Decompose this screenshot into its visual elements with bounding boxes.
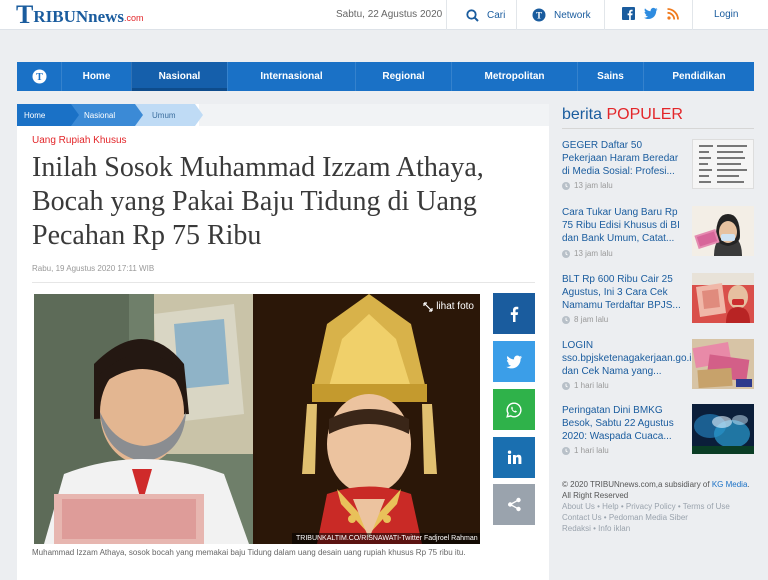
popular-item-time: 13 jam lalu [562, 249, 613, 258]
social-links [622, 7, 679, 25]
share-whatsapp-button[interactable] [493, 389, 535, 430]
site-footer: © 2020 TRIBUNnews.com,a subsidiary of KG… [562, 479, 754, 534]
search-icon [466, 8, 479, 22]
popular-item[interactable]: Peringatan Dini BMKG Besok, Sabtu 22 Agu… [562, 404, 754, 464]
logo-mark: T [16, 0, 34, 29]
popular-item-title[interactable]: GEGER Daftar 50 Pekerjaan Haram Beredar … [562, 139, 686, 178]
logo-text: RIBUNnews [33, 6, 125, 26]
share-facebook-button[interactable] [493, 293, 535, 334]
expand-icon [423, 301, 433, 312]
photo-boy-uniform [34, 294, 253, 544]
facebook-icon [510, 306, 519, 322]
clock-icon [562, 181, 570, 190]
popular-item-thumbnail[interactable] [692, 404, 754, 454]
site-logo[interactable]: T RIBUNnews .com [16, 2, 144, 28]
footer-links-row-3[interactable]: Redaksi • Info iklan [562, 523, 754, 534]
view-photo-label: lihat foto [436, 301, 474, 312]
whatsapp-icon [506, 401, 522, 418]
clock-icon [562, 381, 570, 390]
clock-icon [562, 446, 570, 455]
clock-icon [562, 315, 570, 324]
nav-item-pendidikan[interactable]: Pendidikan [643, 62, 754, 91]
share-icon [507, 497, 521, 512]
divider [32, 282, 535, 283]
popular-item[interactable]: BLT Rp 600 Ribu Cair 25 Agustus, Ini 3 C… [562, 273, 754, 333]
top-bar: T RIBUNnews .com Sabtu, 22 Agustus 2020 … [0, 0, 768, 30]
popular-title-suffix: POPULER [606, 106, 683, 123]
popular-item-title[interactable]: LOGIN sso.bpjsketenagakerjaan.go.id dan … [562, 339, 697, 378]
parent-company-link[interactable]: KG Media [712, 480, 748, 489]
share-twitter-button[interactable] [493, 341, 535, 382]
breadcrumb-home[interactable]: Home [17, 104, 79, 126]
photo-caption: Muhammad Izzam Athaya, sosok bocah yang … [32, 548, 466, 557]
network-label: Network [554, 9, 591, 21]
nav-item-regional[interactable]: Regional [355, 62, 451, 91]
photo-boy-tidung-costume [257, 294, 480, 544]
article-kicker[interactable]: Uang Rupiah Khusus [32, 135, 127, 146]
popular-item-thumbnail[interactable] [692, 206, 754, 256]
rss-icon[interactable] [667, 7, 679, 25]
popular-item-time-text: 1 hari lalu [574, 446, 609, 455]
popular-item[interactable]: Cara Tukar Uang Baru Rp 75 Ribu Edisi Kh… [562, 206, 754, 266]
home-logo-icon[interactable]: T [17, 62, 61, 91]
popular-item-time-text: 8 jam lalu [574, 315, 609, 324]
popular-item-thumbnail[interactable] [692, 139, 754, 189]
popular-divider [562, 128, 754, 129]
popular-title-prefix: berita [562, 106, 603, 123]
clock-icon [562, 249, 570, 258]
publish-date: Rabu, 19 Agustus 2020 17:11 WIB [32, 264, 155, 273]
network-button[interactable]: T Network [532, 0, 591, 30]
copyright-text: © 2020 TRIBUNnews.com,a subsidiary of [562, 480, 710, 489]
view-photo-button[interactable]: lihat foto [423, 301, 474, 312]
popular-item-time: 8 jam lalu [562, 315, 608, 324]
article-title: Inilah Sosok Muhammad Izzam Athaya, Boca… [32, 152, 484, 251]
popular-item[interactable]: LOGIN sso.bpjsketenagakerjaan.go.id dan … [562, 339, 754, 399]
nav-item-internasional[interactable]: Internasional [227, 62, 355, 91]
main-navigation: T Home Nasional Internasional Regional M… [17, 62, 754, 91]
popular-item-title[interactable]: Peringatan Dini BMKG Besok, Sabtu 22 Agu… [562, 404, 686, 443]
nav-item-metropolitan[interactable]: Metropolitan [451, 62, 577, 91]
current-date: Sabtu, 22 Agustus 2020 [336, 9, 443, 20]
popular-item-time: 1 hari lalu [562, 446, 609, 455]
svg-text:T: T [536, 11, 542, 21]
facebook-icon[interactable] [622, 7, 635, 25]
logo-domain: .com [124, 13, 144, 23]
twitter-icon [505, 354, 522, 368]
login-button[interactable]: Login [714, 9, 738, 20]
breadcrumb-bar [199, 104, 549, 126]
popular-item-thumbnail[interactable] [692, 339, 754, 389]
share-linkedin-button[interactable] [493, 437, 535, 478]
popular-item-time-text: 13 jam lalu [574, 181, 613, 190]
copyright-line: © 2020 TRIBUNnews.com,a subsidiary of KG… [562, 479, 754, 501]
footer-links-row-1[interactable]: About Us • Help • Privacy Policy • Terms… [562, 501, 754, 512]
breadcrumb: Home Nasional Umum [17, 104, 203, 126]
popular-item-time-text: 1 hari lalu [574, 381, 609, 390]
article-card: Home Nasional Umum Uang Rupiah Khusus In… [17, 104, 549, 580]
search-button[interactable]: Cari [466, 0, 505, 30]
nav-item-nasional[interactable]: Nasional [131, 62, 227, 91]
footer-links-row-2[interactable]: Contact Us • Pedoman Media Siber [562, 512, 754, 523]
popular-item-time-text: 13 jam lalu [574, 249, 613, 258]
popular-item-thumbnail[interactable] [692, 273, 754, 323]
popular-item-time: 13 jam lalu [562, 181, 613, 190]
popular-section-title: berita POPULER [562, 106, 683, 124]
linkedin-icon [507, 450, 521, 464]
popular-item-title[interactable]: BLT Rp 600 Ribu Cair 25 Agustus, Ini 3 C… [562, 273, 686, 312]
article-photo[interactable]: lihat foto TRIBUNKALTIM.CO/RISNAWATI-Twi… [34, 294, 480, 544]
network-icon: T [532, 8, 546, 22]
nav-item-sains[interactable]: Sains [577, 62, 643, 91]
breadcrumb-nasional[interactable]: Nasional [71, 104, 143, 126]
share-more-button[interactable] [493, 484, 535, 525]
photo-credit: TRIBUNKALTIM.CO/RISNAWATI-Twitter Fadjro… [292, 533, 480, 544]
twitter-icon[interactable] [644, 7, 658, 25]
popular-item-time: 1 hari lalu [562, 381, 609, 390]
breadcrumb-umum[interactable]: Umum [135, 104, 203, 126]
popular-item[interactable]: GEGER Daftar 50 Pekerjaan Haram Beredar … [562, 139, 754, 199]
popular-item-title[interactable]: Cara Tukar Uang Baru Rp 75 Ribu Edisi Kh… [562, 206, 686, 245]
nav-item-home[interactable]: Home [61, 62, 131, 91]
search-label: Cari [487, 9, 506, 21]
svg-text:T: T [36, 72, 43, 83]
